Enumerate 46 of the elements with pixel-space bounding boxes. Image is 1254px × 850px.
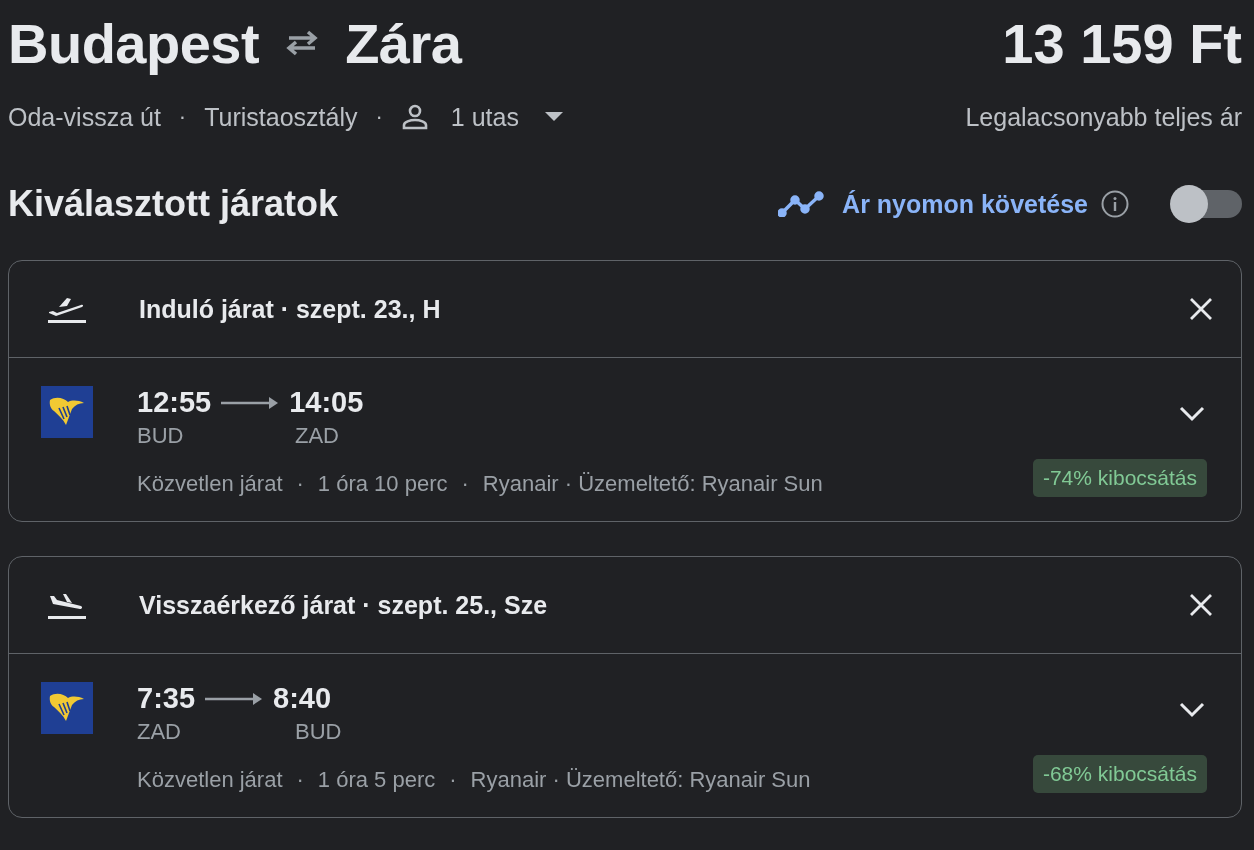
passengers-dropdown[interactable]: 1 utas xyxy=(442,102,531,132)
arrow-right-icon xyxy=(221,396,280,409)
separator-dot: · xyxy=(296,767,304,793)
expand-chevron-icon[interactable] xyxy=(1179,702,1205,718)
flight-detail: Közvetlen járat xyxy=(137,767,283,793)
flight-header: Visszaérkező járat · szept. 25., Sze xyxy=(139,590,549,620)
separator-dot: · xyxy=(461,471,469,497)
separator-dot: · xyxy=(296,471,304,497)
destination-city: Zára xyxy=(345,10,462,76)
cabin-class: Turistaosztály xyxy=(204,102,358,132)
person-icon xyxy=(400,104,429,130)
flight-detail: Ryanair · Üzemeltető: Ryanair Sun xyxy=(470,767,811,793)
price-tracking-toggle[interactable] xyxy=(1170,185,1242,223)
trend-line-icon xyxy=(778,191,825,217)
separator-dot: · xyxy=(374,104,384,130)
flight-detail: Ryanair · Üzemeltető: Ryanair Sun xyxy=(482,471,823,497)
expand-chevron-icon[interactable] xyxy=(1179,406,1205,422)
departure-time: 7:35 xyxy=(137,682,196,715)
arrow-right-icon xyxy=(205,692,264,705)
emissions-badge: -68% kibocsátás xyxy=(1032,755,1207,793)
airline-logo-icon xyxy=(41,386,93,438)
airport-code: BUD xyxy=(137,423,185,449)
flight-detail: Közvetlen járat xyxy=(137,471,283,497)
info-icon[interactable] xyxy=(1100,189,1130,219)
airport-code: ZAD xyxy=(137,719,182,745)
arrival-time: 14:05 xyxy=(289,386,364,419)
airport-code: BUD xyxy=(295,719,343,745)
flight-detail: 1 óra 10 perc xyxy=(317,471,448,497)
origin-city: Budapest xyxy=(8,10,260,76)
flight-header: Induló járat · szept. 23., H xyxy=(139,294,442,324)
airport-code: ZAD xyxy=(295,423,340,449)
separator-dot: · xyxy=(177,104,188,130)
separator-dot: · xyxy=(449,767,457,793)
price-caption: Legalacsonyabb teljes ár xyxy=(965,102,1242,132)
emissions-badge: -74% kibocsátás xyxy=(1032,459,1207,497)
airline-logo-icon xyxy=(41,682,93,734)
departure-time: 12:55 xyxy=(137,386,212,419)
flight-detail: 1 óra 5 perc xyxy=(317,767,436,793)
price: 13 159 Ft xyxy=(1002,10,1242,76)
trip-type: Oda-vissza út xyxy=(8,102,161,132)
close-icon[interactable] xyxy=(1189,593,1213,617)
section-title: Kiválasztott járatok xyxy=(8,183,339,225)
close-icon[interactable] xyxy=(1189,297,1213,321)
dropdown-caret-icon[interactable] xyxy=(544,112,563,122)
arrival-time: 8:40 xyxy=(273,682,332,715)
price-tracking-label[interactable]: Ár nyomon követése xyxy=(842,189,1088,219)
